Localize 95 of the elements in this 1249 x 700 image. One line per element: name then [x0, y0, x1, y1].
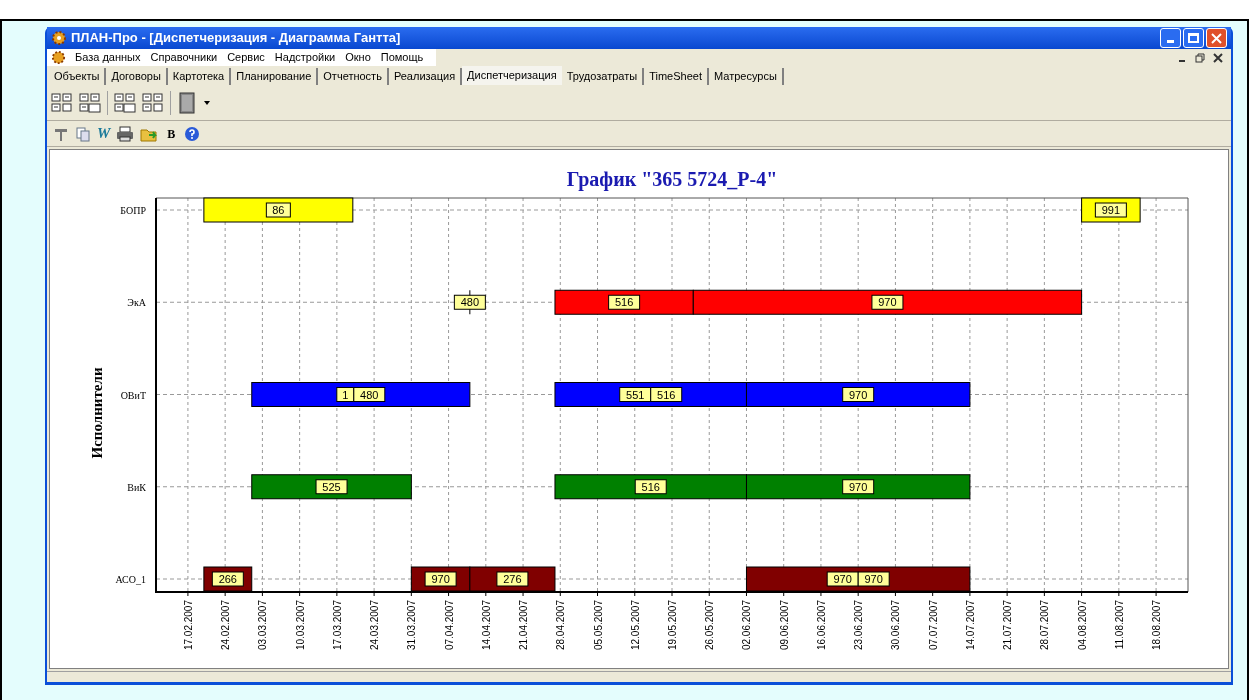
grid-icon[interactable] — [114, 91, 136, 114]
bar-label: 970 — [826, 571, 859, 587]
chart-title: График "365 5724_Р-4" — [566, 168, 778, 190]
bar-label: 516 — [608, 294, 641, 310]
bar-label: 1 — [336, 387, 355, 402]
bar-label: 970 — [871, 294, 904, 310]
tab[interactable]: Трудозатраты — [561, 68, 645, 85]
menu-item[interactable]: Сервис — [222, 49, 270, 66]
date-tick-label: 26.05.2007 — [704, 600, 716, 651]
gear-icon[interactable] — [51, 50, 66, 65]
row-label: АСО_1 — [115, 574, 146, 585]
date-tick-label: 07.07.2007 — [927, 600, 939, 651]
grid-icon[interactable] — [51, 91, 73, 114]
y-axis-label: Исполнители — [89, 367, 105, 459]
gantt-bar[interactable] — [554, 474, 747, 500]
date-tick-label: 21.04.2007 — [518, 600, 530, 651]
tab[interactable]: Матресурсы — [708, 68, 784, 85]
bar-label: 970 — [424, 571, 457, 587]
maximize-button[interactable] — [1183, 28, 1204, 48]
row-label: БОПР — [120, 205, 146, 216]
tab[interactable]: TimeSheet — [644, 68, 709, 85]
copy-icon[interactable] — [75, 125, 91, 142]
date-tick-label: 23.06.2007 — [853, 600, 865, 651]
bar-label: 970 — [842, 387, 875, 402]
date-tick-label: 28.04.2007 — [555, 600, 567, 651]
bar-label: 991 — [1094, 202, 1127, 218]
book-icon[interactable] — [177, 90, 197, 115]
date-tick-label: 16.06.2007 — [815, 600, 827, 651]
date-tick-label: 14.04.2007 — [480, 600, 492, 651]
date-tick-label: 18.08.2007 — [1151, 600, 1163, 651]
date-tick-label: 09.06.2007 — [778, 600, 790, 651]
printer-icon[interactable] — [116, 125, 135, 142]
date-tick-label: 10.03.2007 — [294, 600, 306, 651]
restore-icon[interactable] — [1195, 52, 1205, 63]
gantt-bar[interactable] — [692, 289, 1083, 315]
bold-icon[interactable]: B — [164, 127, 179, 140]
bar-label: 480 — [353, 387, 386, 402]
close-icon — [1211, 32, 1222, 44]
grid-icon[interactable] — [142, 91, 164, 114]
minimize-button[interactable] — [1160, 28, 1181, 48]
date-tick-label: 11.08.2007 — [1113, 600, 1125, 650]
menu-item[interactable]: База данных — [70, 49, 146, 66]
menu-item[interactable]: Окно — [340, 49, 376, 66]
date-tick-label: 21.07.2007 — [1002, 600, 1014, 651]
bar-label: 970 — [857, 571, 890, 587]
row-label: ВиК — [127, 481, 146, 493]
close-button[interactable] — [1206, 28, 1227, 48]
bar-label: 525 — [315, 479, 348, 495]
grid-icon[interactable] — [79, 91, 101, 114]
tab[interactable]: Отчетность — [318, 68, 389, 85]
bar-label: 516 — [634, 479, 667, 495]
date-tick-label: 03.03.2007 — [257, 600, 269, 651]
tab[interactable]: Картотека — [167, 68, 232, 85]
row-label: ЭкА — [127, 297, 146, 309]
bar-label: 551 — [619, 387, 652, 402]
gear-icon — [51, 30, 67, 46]
date-tick-label: 19.05.2007 — [667, 600, 678, 651]
date-tick-label: 17.03.2007 — [331, 600, 343, 651]
date-tick-label: 24.03.2007 — [369, 600, 381, 651]
date-tick-label: 12.05.2007 — [629, 600, 641, 651]
gantt-bar[interactable] — [203, 197, 354, 223]
menu-item[interactable]: Помощь — [375, 49, 429, 66]
bar-label: 970 — [842, 479, 875, 495]
help-icon[interactable] — [184, 125, 201, 142]
bar-label: 266 — [211, 571, 244, 587]
date-tick-label: 31.03.2007 — [406, 600, 418, 651]
date-tick-label: 04.08.2007 — [1076, 600, 1088, 651]
date-tick-label: 05.05.2007 — [592, 600, 604, 651]
date-tick-label: 28.07.2007 — [1039, 600, 1051, 651]
tab[interactable]: Объекты — [49, 68, 107, 85]
row-label: ОВиТ — [120, 389, 146, 401]
date-tick-label: 07.04.2007 — [443, 600, 455, 651]
gantt-bar[interactable] — [251, 474, 412, 500]
bar-label: 86 — [265, 202, 291, 218]
word-icon[interactable]: W — [97, 126, 111, 141]
bar-label: 276 — [496, 571, 529, 587]
tab[interactable]: Планирование — [231, 68, 319, 85]
gantt-bar[interactable] — [554, 289, 694, 315]
close-icon[interactable] — [1213, 52, 1223, 63]
date-tick-label: 14.07.2007 — [964, 600, 976, 651]
tab[interactable]: Договоры — [106, 68, 168, 85]
gantt-bar[interactable] — [251, 382, 471, 407]
gantt-bar[interactable] — [745, 474, 971, 500]
date-tick-label: 17.02.2007 — [182, 600, 194, 651]
menu-item[interactable]: Надстройки — [269, 49, 341, 66]
date-tick-label: 30.06.2007 — [890, 600, 902, 651]
milestone-label: 480 — [453, 294, 486, 310]
bar-label: 516 — [650, 387, 683, 402]
date-tick-label: 24.02.2007 — [220, 600, 232, 651]
menu-item[interactable]: Справочники — [145, 49, 223, 66]
date-tick-label: 02.06.2007 — [741, 600, 753, 651]
gantt-bar[interactable] — [745, 382, 971, 407]
caret-icon[interactable] — [203, 99, 211, 106]
window-title: ПЛАН-Про - [Диспетчеризация - Диаграмма Гантта] — [71, 29, 401, 48]
tab[interactable]: Диспетчеризация — [462, 66, 562, 85]
